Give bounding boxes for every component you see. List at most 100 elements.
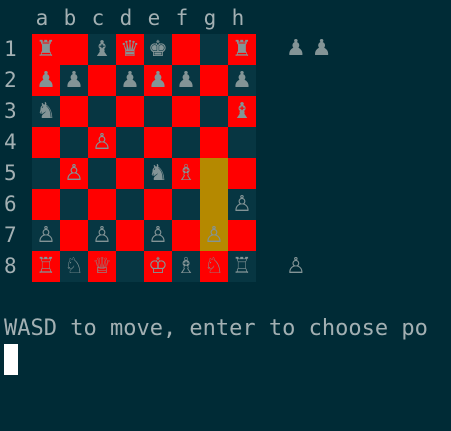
square-h1[interactable]: ♜ xyxy=(228,34,256,65)
rank-label-1: 1 xyxy=(4,37,17,61)
square-a4[interactable] xyxy=(32,127,60,158)
square-e7[interactable]: ♙ xyxy=(144,220,172,251)
square-c7[interactable]: ♙ xyxy=(88,220,116,251)
square-g4[interactable] xyxy=(200,127,228,158)
chess-piece[interactable]: ♝ xyxy=(232,100,252,123)
square-a6[interactable] xyxy=(32,189,60,220)
square-d2[interactable]: ♟ xyxy=(116,65,144,96)
chess-piece[interactable]: ♘ xyxy=(204,255,224,278)
chess-piece[interactable]: ♙ xyxy=(92,224,112,247)
square-f1[interactable] xyxy=(172,34,200,65)
square-b2[interactable]: ♟ xyxy=(60,65,88,96)
chess-piece[interactable]: ♟ xyxy=(148,69,168,92)
square-e4[interactable] xyxy=(144,127,172,158)
square-a3[interactable]: ♞ xyxy=(32,96,60,127)
square-c6[interactable] xyxy=(88,189,116,220)
square-g7[interactable]: ♙ xyxy=(200,220,228,251)
square-f5[interactable]: ♗ xyxy=(172,158,200,189)
square-f6[interactable] xyxy=(172,189,200,220)
square-g1[interactable] xyxy=(200,34,228,65)
chess-piece[interactable]: ♗ xyxy=(176,255,196,278)
square-b8[interactable]: ♘ xyxy=(60,251,88,282)
chess-piece[interactable]: ♗ xyxy=(176,162,196,185)
square-a7[interactable]: ♙ xyxy=(32,220,60,251)
square-b7[interactable] xyxy=(60,220,88,251)
square-d8[interactable] xyxy=(116,251,144,282)
square-d4[interactable] xyxy=(116,127,144,158)
square-a8[interactable]: ♖ xyxy=(32,251,60,282)
square-b3[interactable] xyxy=(60,96,88,127)
square-e2[interactable]: ♟ xyxy=(144,65,172,96)
square-d1[interactable]: ♛ xyxy=(116,34,144,65)
square-h7[interactable] xyxy=(228,220,256,251)
square-d3[interactable] xyxy=(116,96,144,127)
chess-piece[interactable]: ♟ xyxy=(176,69,196,92)
chess-piece[interactable]: ♖ xyxy=(36,255,56,278)
file-label-d: d xyxy=(119,6,133,30)
chess-piece[interactable]: ♔ xyxy=(148,255,168,278)
square-d6[interactable] xyxy=(116,189,144,220)
chess-piece[interactable]: ♜ xyxy=(232,38,252,61)
rank-label-5: 5 xyxy=(4,161,17,185)
square-e8[interactable]: ♔ xyxy=(144,251,172,282)
square-b4[interactable] xyxy=(60,127,88,158)
square-c5[interactable] xyxy=(88,158,116,189)
square-g3[interactable] xyxy=(200,96,228,127)
chess-piece[interactable]: ♟ xyxy=(64,69,84,92)
square-b5[interactable]: ♙ xyxy=(60,158,88,189)
chess-piece[interactable]: ♘ xyxy=(64,255,84,278)
square-e3[interactable] xyxy=(144,96,172,127)
chess-piece[interactable]: ♞ xyxy=(148,162,168,185)
square-g2[interactable] xyxy=(200,65,228,96)
square-f3[interactable] xyxy=(172,96,200,127)
square-d7[interactable] xyxy=(116,220,144,251)
chess-piece[interactable]: ♚ xyxy=(148,38,168,61)
square-b1[interactable] xyxy=(60,34,88,65)
chess-piece[interactable]: ♝ xyxy=(92,38,112,61)
square-h4[interactable] xyxy=(228,127,256,158)
chess-piece[interactable]: ♕ xyxy=(92,255,112,278)
square-h5[interactable] xyxy=(228,158,256,189)
chess-piece[interactable]: ♙ xyxy=(204,224,224,247)
square-d5[interactable] xyxy=(116,158,144,189)
square-a5[interactable] xyxy=(32,158,60,189)
chess-board[interactable]: ♜ ♝ ♛ ♚ ♜ ♟ ♟ ♟ ♟ ♟ ♟ ♞ ♝ ♙ ♙ ♞ ♗ ♙ ♙ ♙ ♙ ♙ ♖ ♘ ♕ ♔ ♗ ♘ ♖ xyxy=(32,34,256,282)
square-e5[interactable]: ♞ xyxy=(144,158,172,189)
square-f7[interactable] xyxy=(172,220,200,251)
square-a2[interactable]: ♟ xyxy=(32,65,60,96)
square-h2[interactable]: ♟ xyxy=(228,65,256,96)
square-h3[interactable]: ♝ xyxy=(228,96,256,127)
chess-piece[interactable]: ♙ xyxy=(148,224,168,247)
square-c2[interactable] xyxy=(88,65,116,96)
chess-piece[interactable]: ♜ xyxy=(36,38,56,61)
square-h8[interactable]: ♖ xyxy=(228,251,256,282)
square-c3[interactable] xyxy=(88,96,116,127)
square-g5[interactable] xyxy=(200,158,228,189)
chess-piece[interactable]: ♞ xyxy=(36,100,56,123)
file-label-f: f xyxy=(175,6,189,30)
square-g8[interactable]: ♘ xyxy=(200,251,228,282)
file-label-g: g xyxy=(203,6,217,30)
chess-piece[interactable]: ♛ xyxy=(120,38,140,61)
square-h6[interactable]: ♙ xyxy=(228,189,256,220)
chess-piece[interactable]: ♙ xyxy=(232,193,252,216)
chess-piece[interactable]: ♙ xyxy=(36,224,56,247)
square-a1[interactable]: ♜ xyxy=(32,34,60,65)
square-f4[interactable] xyxy=(172,127,200,158)
square-e6[interactable] xyxy=(144,189,172,220)
square-b6[interactable] xyxy=(60,189,88,220)
square-f8[interactable]: ♗ xyxy=(172,251,200,282)
square-c1[interactable]: ♝ xyxy=(88,34,116,65)
square-g6[interactable] xyxy=(200,189,228,220)
square-e1[interactable]: ♚ xyxy=(144,34,172,65)
square-c8[interactable]: ♕ xyxy=(88,251,116,282)
chess-piece[interactable]: ♙ xyxy=(64,162,84,185)
chess-piece[interactable]: ♟ xyxy=(232,69,252,92)
chess-piece[interactable]: ♖ xyxy=(232,255,252,278)
square-c4[interactable]: ♙ xyxy=(88,127,116,158)
chess-piece[interactable]: ♟ xyxy=(120,69,140,92)
file-labels: abcdefgh xyxy=(28,4,252,32)
square-f2[interactable]: ♟ xyxy=(172,65,200,96)
chess-piece[interactable]: ♟ xyxy=(36,69,56,92)
chess-piece[interactable]: ♙ xyxy=(92,131,112,154)
